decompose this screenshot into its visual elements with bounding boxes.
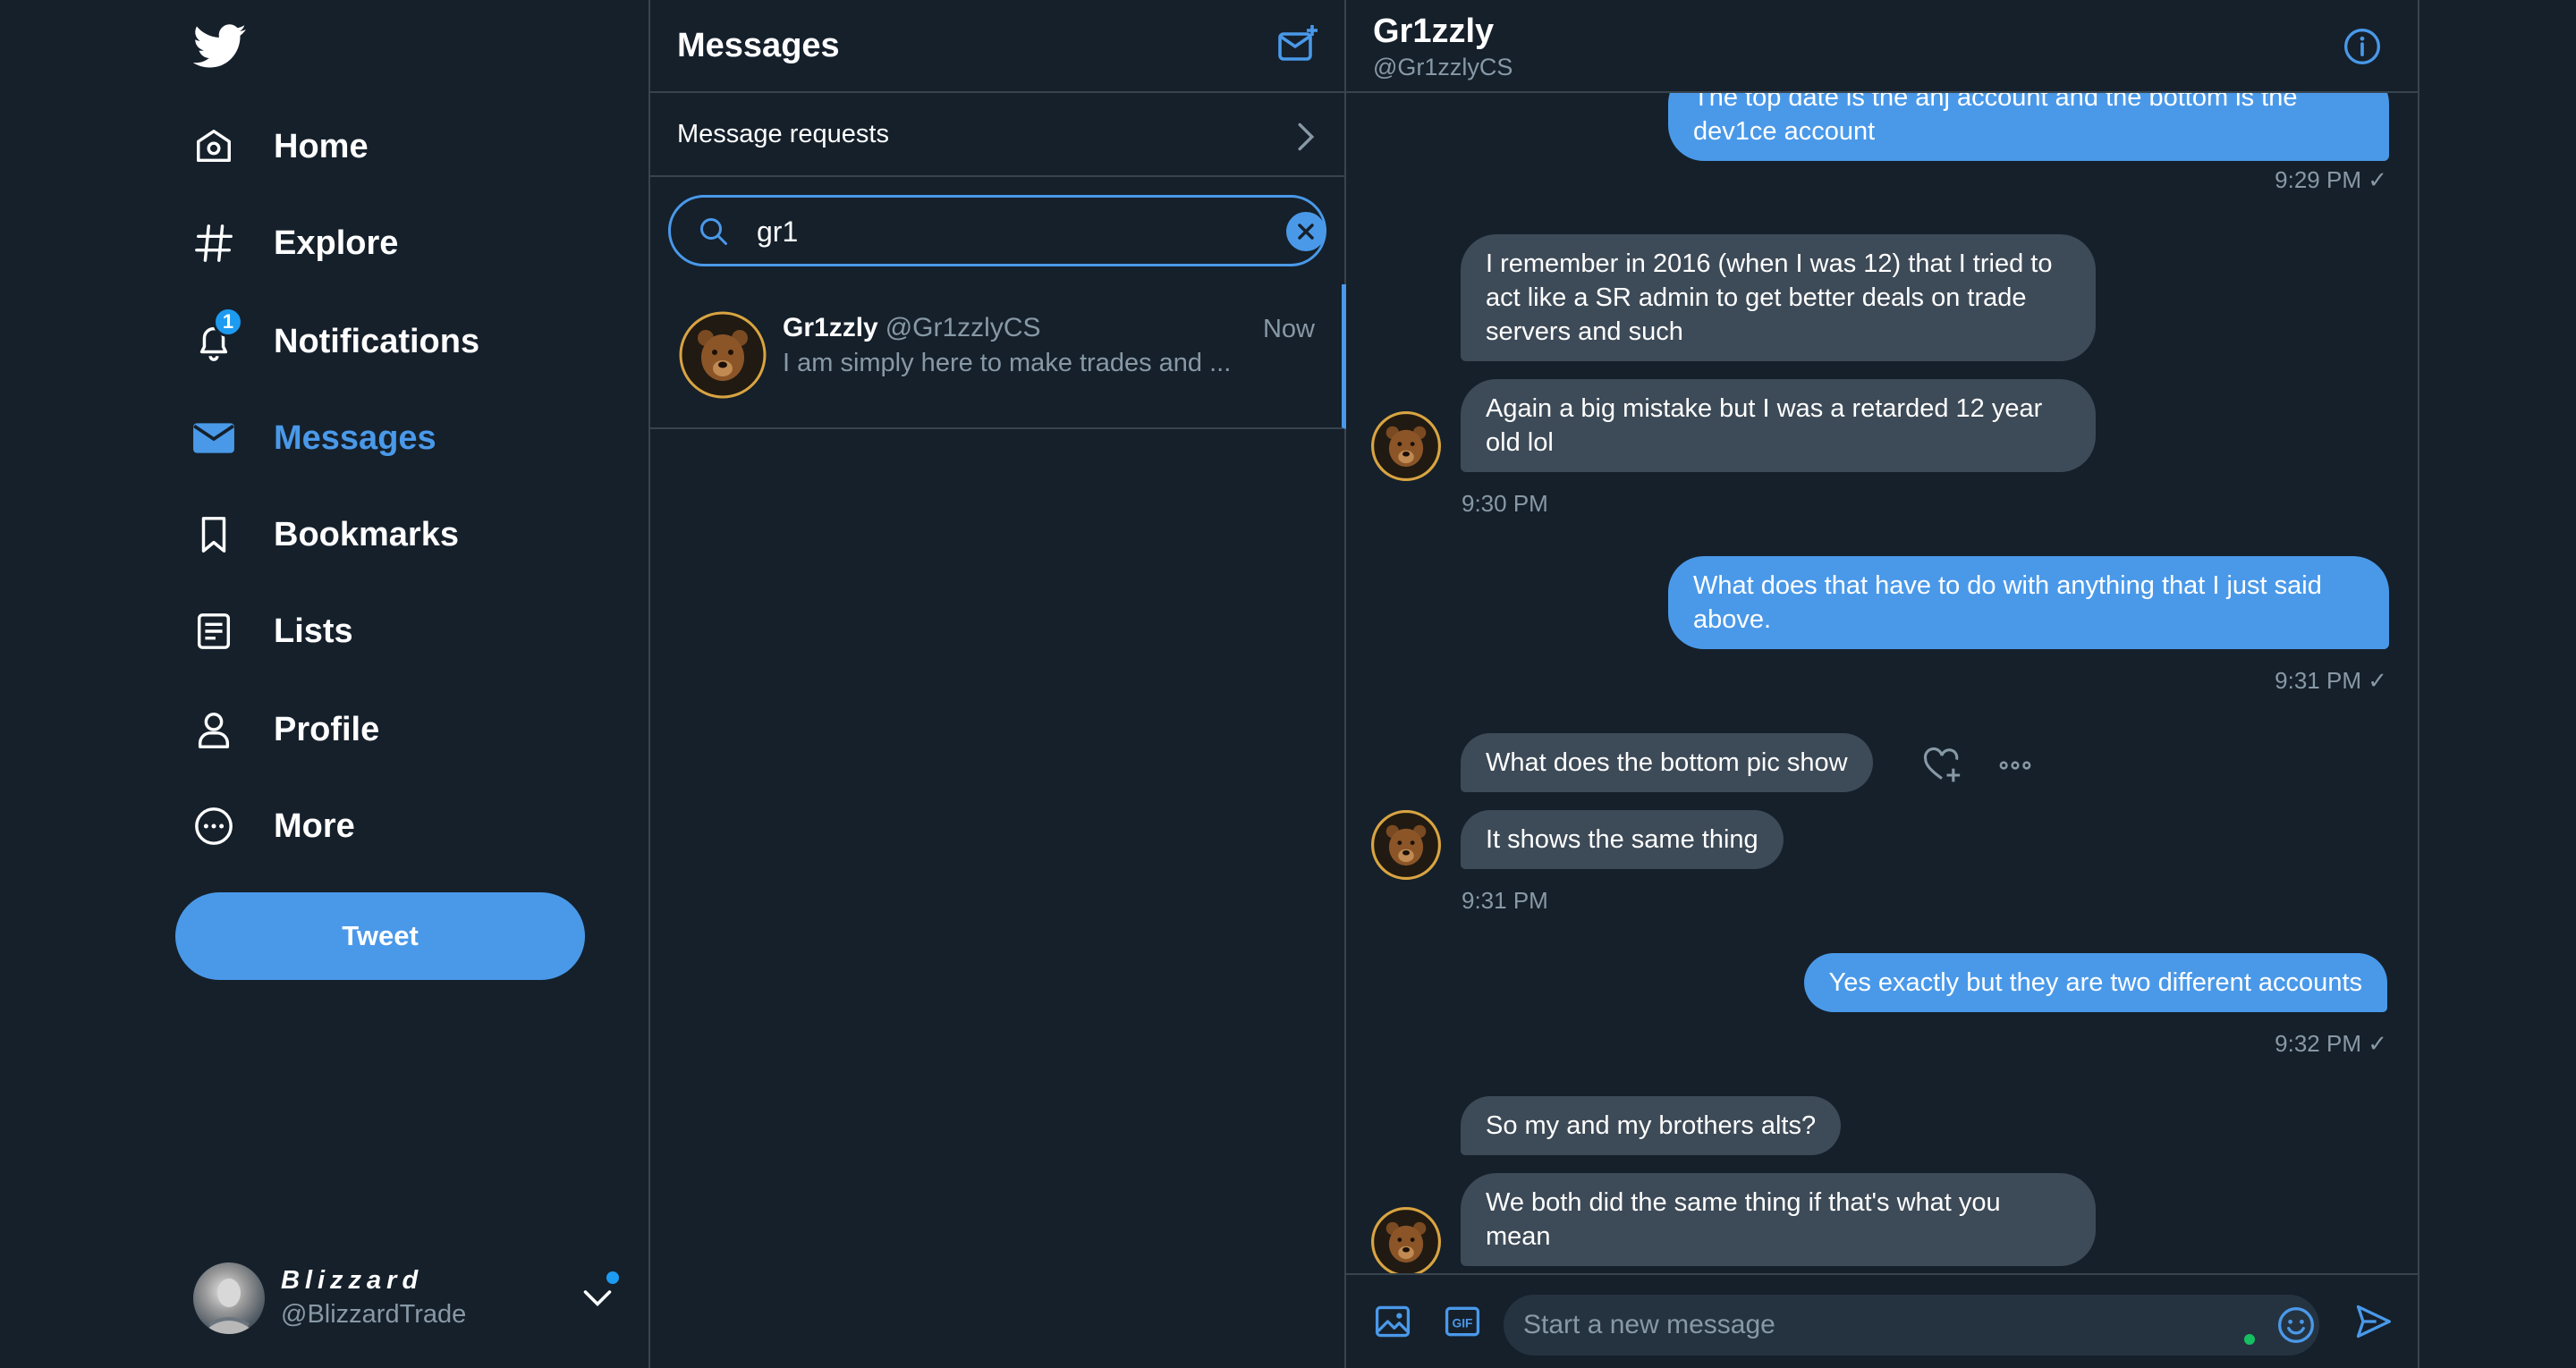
nav-bookmarks[interactable]: Bookmarks bbox=[190, 499, 459, 570]
chat-header: Gr1zzly @Gr1zzlyCS bbox=[1346, 0, 2418, 93]
chat-contact-name: Gr1zzly bbox=[1373, 13, 1495, 50]
message-timestamp: 9:29 PM ✓ bbox=[2275, 166, 2387, 193]
envelope-icon bbox=[190, 414, 238, 462]
nav-notifications-label: Notifications bbox=[274, 322, 480, 360]
account-switcher[interactable]: Blizzard @BlizzardTrade bbox=[190, 1261, 619, 1336]
avatar bbox=[193, 1262, 265, 1334]
message-timestamp: 9:30 PM bbox=[1462, 490, 1548, 517]
left-navigation: Home Explore 1 Notifications Messages Bo… bbox=[0, 0, 650, 1368]
bear-avatar bbox=[679, 311, 767, 399]
home-icon bbox=[190, 122, 238, 171]
add-reaction-icon[interactable] bbox=[1922, 746, 1962, 785]
new-message-icon[interactable] bbox=[1276, 23, 1319, 66]
bell-icon: 1 bbox=[190, 307, 243, 366]
nav-explore[interactable]: Explore bbox=[190, 207, 398, 279]
info-icon[interactable] bbox=[2343, 27, 2382, 66]
list-icon bbox=[190, 607, 238, 655]
send-icon[interactable] bbox=[2353, 1302, 2393, 1341]
account-handle: @BlizzardTrade bbox=[281, 1300, 467, 1329]
search-input[interactable] bbox=[757, 208, 1258, 255]
message-composer: GIF bbox=[1346, 1273, 2418, 1368]
conversation-item[interactable]: Gr1zzly @Gr1zzlyCS Now I am simply here t… bbox=[650, 284, 1346, 429]
bear-avatar bbox=[1371, 810, 1441, 880]
gif-icon[interactable]: GIF bbox=[1443, 1302, 1482, 1341]
chevron-down-icon bbox=[583, 1290, 612, 1307]
message-bubble-incoming[interactable]: What does the bottom pic show bbox=[1461, 733, 1873, 792]
chat-panel: Gr1zzly @Gr1zzlyCS The top date is the a… bbox=[1346, 0, 2419, 1368]
conversation-handle: @Gr1zzlyCS bbox=[885, 313, 1041, 342]
image-icon[interactable] bbox=[1373, 1302, 1412, 1341]
bear-avatar bbox=[1371, 411, 1441, 481]
message-input[interactable] bbox=[1523, 1304, 2221, 1347]
notification-badge: 1 bbox=[213, 307, 243, 337]
conversation-name: Gr1zzly @Gr1zzlyCS bbox=[783, 313, 1041, 342]
person-icon bbox=[190, 705, 238, 754]
search-box[interactable] bbox=[668, 195, 1326, 266]
nav-profile[interactable]: Profile bbox=[190, 694, 379, 765]
search-icon bbox=[700, 218, 727, 245]
clear-search-icon[interactable] bbox=[1286, 212, 1326, 251]
nav-more-label: More bbox=[274, 806, 355, 845]
message-timestamp: 9:31 PM ✓ bbox=[2275, 667, 2387, 694]
message-timestamp: 9:31 PM bbox=[1462, 887, 1548, 914]
nav-explore-label: Explore bbox=[274, 224, 399, 262]
account-name: Blizzard bbox=[281, 1266, 424, 1295]
chevron-right-icon bbox=[1298, 122, 1315, 151]
nav-home[interactable]: Home bbox=[190, 111, 369, 182]
svg-text:GIF: GIF bbox=[1453, 1316, 1473, 1330]
bear-avatar bbox=[1371, 1207, 1441, 1277]
chat-contact-handle: @Gr1zzlyCS bbox=[1373, 54, 1513, 80]
twitter-logo-icon[interactable] bbox=[193, 23, 247, 70]
nav-more[interactable]: More bbox=[190, 790, 355, 862]
conversation-preview: I am simply here to make trades and ... bbox=[783, 349, 1232, 377]
conversation-time: Now bbox=[1262, 315, 1315, 343]
message-input-box[interactable] bbox=[1504, 1295, 2319, 1355]
tweet-button[interactable]: Tweet bbox=[175, 892, 585, 980]
nav-lists-label: Lists bbox=[274, 612, 353, 650]
message-timestamp: 9:32 PM ✓ bbox=[2275, 1030, 2387, 1057]
nav-profile-label: Profile bbox=[274, 710, 380, 748]
messages-panel: Messages Message requests Gr1zzly@Gr1zzl… bbox=[650, 0, 1346, 1368]
message-bubble-incoming[interactable]: Again a big mistake but I was a retarded… bbox=[1461, 379, 2096, 472]
emoji-icon[interactable] bbox=[2276, 1305, 2316, 1345]
new-activity-dot bbox=[606, 1271, 619, 1284]
bookmark-icon bbox=[190, 511, 238, 559]
nav-bookmarks-label: Bookmarks bbox=[274, 515, 459, 553]
nav-home-label: Home bbox=[274, 127, 369, 165]
message-bubble-incoming[interactable]: It shows the same thing bbox=[1461, 810, 1784, 869]
message-requests-row[interactable]: Message requests bbox=[650, 93, 1344, 177]
nav-messages-label: Messages bbox=[274, 418, 436, 457]
hashtag-icon bbox=[190, 219, 238, 267]
nav-messages[interactable]: Messages bbox=[190, 402, 436, 474]
message-requests-label: Message requests bbox=[677, 120, 889, 148]
messages-header: Messages bbox=[650, 0, 1344, 93]
message-bubble-incoming[interactable]: I remember in 2016 (when I was 12) that … bbox=[1461, 234, 2096, 361]
more-options-icon[interactable] bbox=[1996, 746, 2035, 785]
page-title: Messages bbox=[677, 27, 840, 64]
nav-lists[interactable]: Lists bbox=[190, 595, 353, 667]
right-gutter bbox=[2419, 0, 2576, 1368]
nav-notifications[interactable]: 1 Notifications bbox=[190, 306, 479, 377]
message-bubble-outgoing[interactable]: What does that have to do with anything … bbox=[1668, 556, 2389, 649]
message-bubble-incoming[interactable]: We both did the same thing if that's wha… bbox=[1461, 1173, 2096, 1266]
grammar-status-dot bbox=[2244, 1334, 2255, 1345]
message-bubble-outgoing[interactable]: Yes exactly but they are two different a… bbox=[1803, 953, 2387, 1012]
message-bubble-incoming[interactable]: So my and my brothers alts? bbox=[1461, 1096, 1842, 1155]
more-circle-icon bbox=[190, 802, 238, 850]
